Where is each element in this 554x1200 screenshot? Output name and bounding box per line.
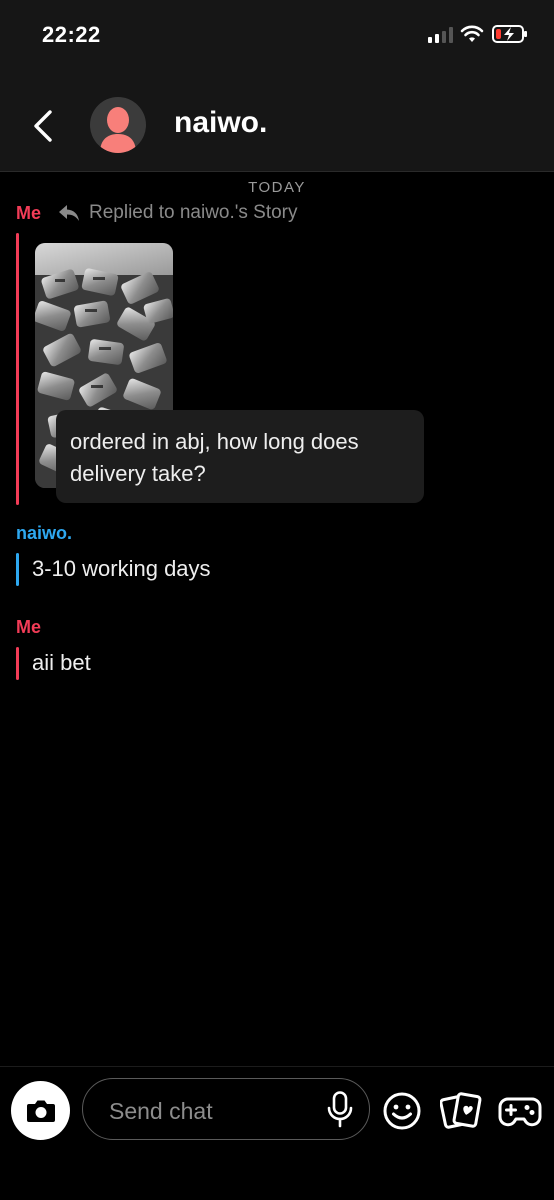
status-bar: 22:22 [0, 0, 554, 70]
message-text[interactable]: 3-10 working days [32, 556, 211, 582]
game-controller-icon[interactable] [498, 1091, 542, 1131]
sender-label-them: naiwo. [16, 523, 73, 543]
camera-icon [26, 1100, 55, 1122]
composer-bar [0, 1066, 554, 1200]
story-reply-message[interactable]: ordered in abj, how long does delivery t… [56, 410, 424, 503]
message-accent-bar [16, 553, 19, 586]
status-time: 22:22 [42, 22, 101, 47]
reply-arrow-icon [59, 205, 79, 221]
contact-name[interactable]: naiwo. [174, 106, 267, 140]
message-text[interactable]: aii bet [32, 650, 91, 676]
cellular-signal-icon [428, 27, 453, 43]
reply-label: Replied to naiwo.'s Story [89, 202, 298, 223]
chat-header: naiwo. [0, 70, 554, 172]
sender-label-me: Me [16, 617, 42, 637]
chat-input-container[interactable] [82, 1078, 370, 1140]
message-text-line: ordered in abj, how long does [70, 429, 359, 454]
avatar-icon [100, 107, 136, 153]
battery-charging-icon [492, 25, 527, 43]
story-reply-meta: Replied to naiwo.'s Story [57, 201, 298, 225]
camera-button[interactable] [11, 1081, 70, 1140]
sender-label-me: Me [16, 203, 42, 223]
message-accent-bar [16, 233, 19, 505]
back-icon[interactable] [28, 106, 58, 146]
chat-input[interactable] [107, 1091, 321, 1131]
message-text-line: delivery take? [70, 461, 206, 486]
microphone-icon[interactable] [327, 1091, 353, 1129]
date-divider: TODAY [248, 179, 306, 196]
wifi-icon [460, 25, 484, 42]
cards-icon[interactable] [440, 1091, 482, 1131]
message-accent-bar [16, 647, 19, 680]
emoji-icon[interactable] [382, 1091, 422, 1131]
avatar[interactable] [90, 97, 146, 153]
